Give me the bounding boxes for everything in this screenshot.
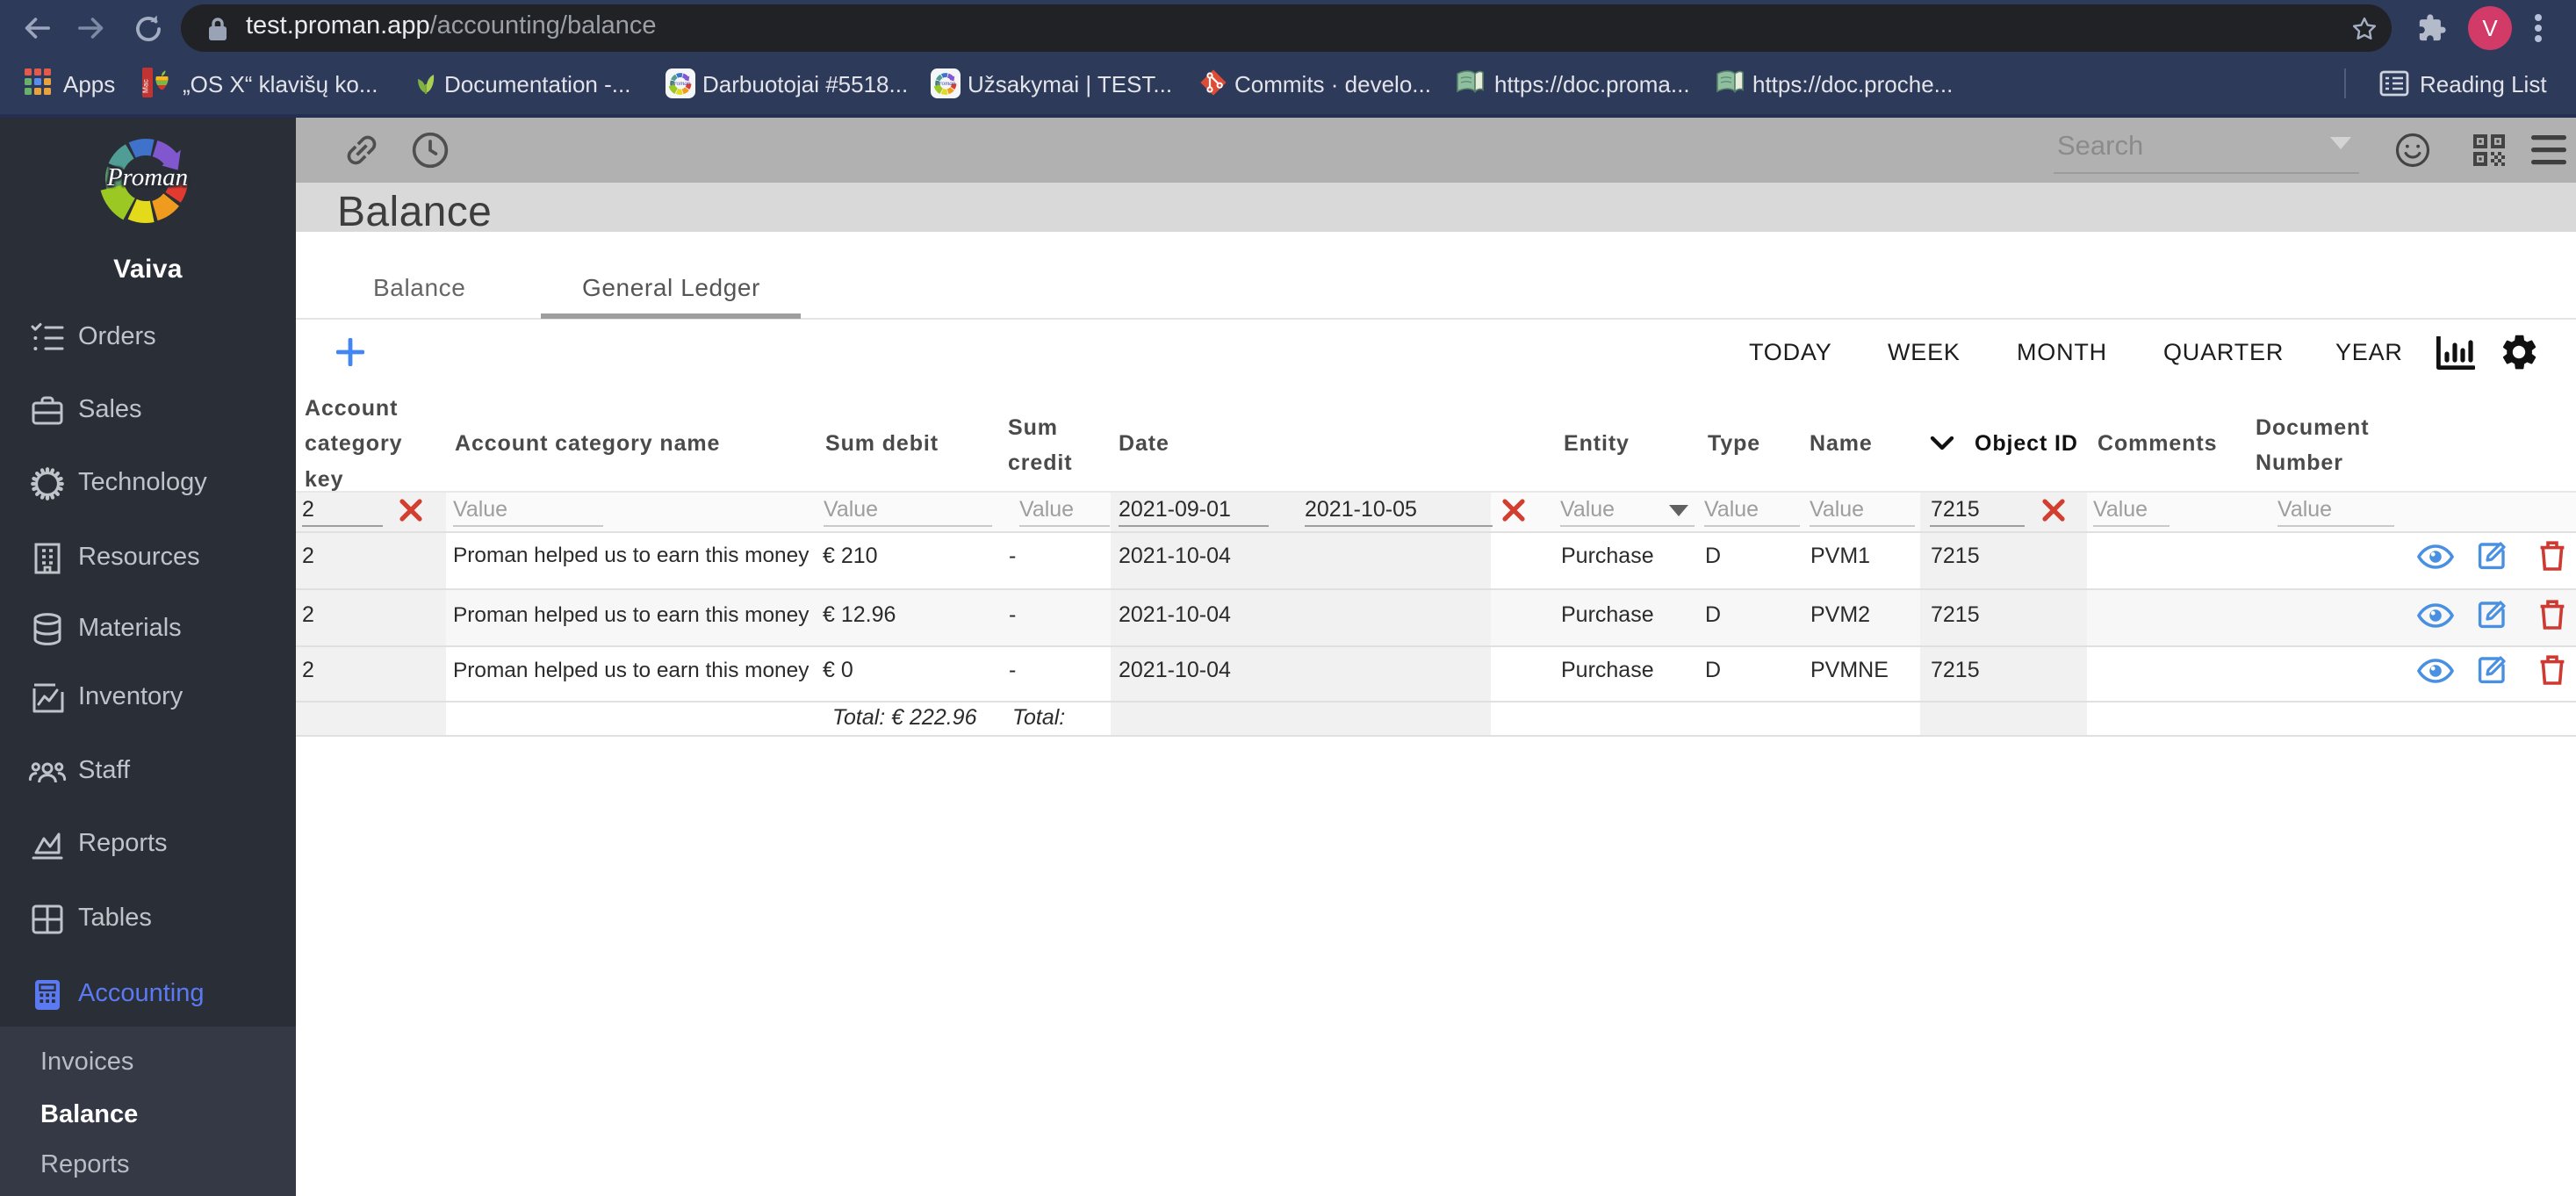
svg-text:Proman: Proman — [669, 80, 690, 87]
svg-text:Mac: Mac — [142, 79, 149, 93]
svg-text:Proman: Proman — [934, 80, 955, 87]
